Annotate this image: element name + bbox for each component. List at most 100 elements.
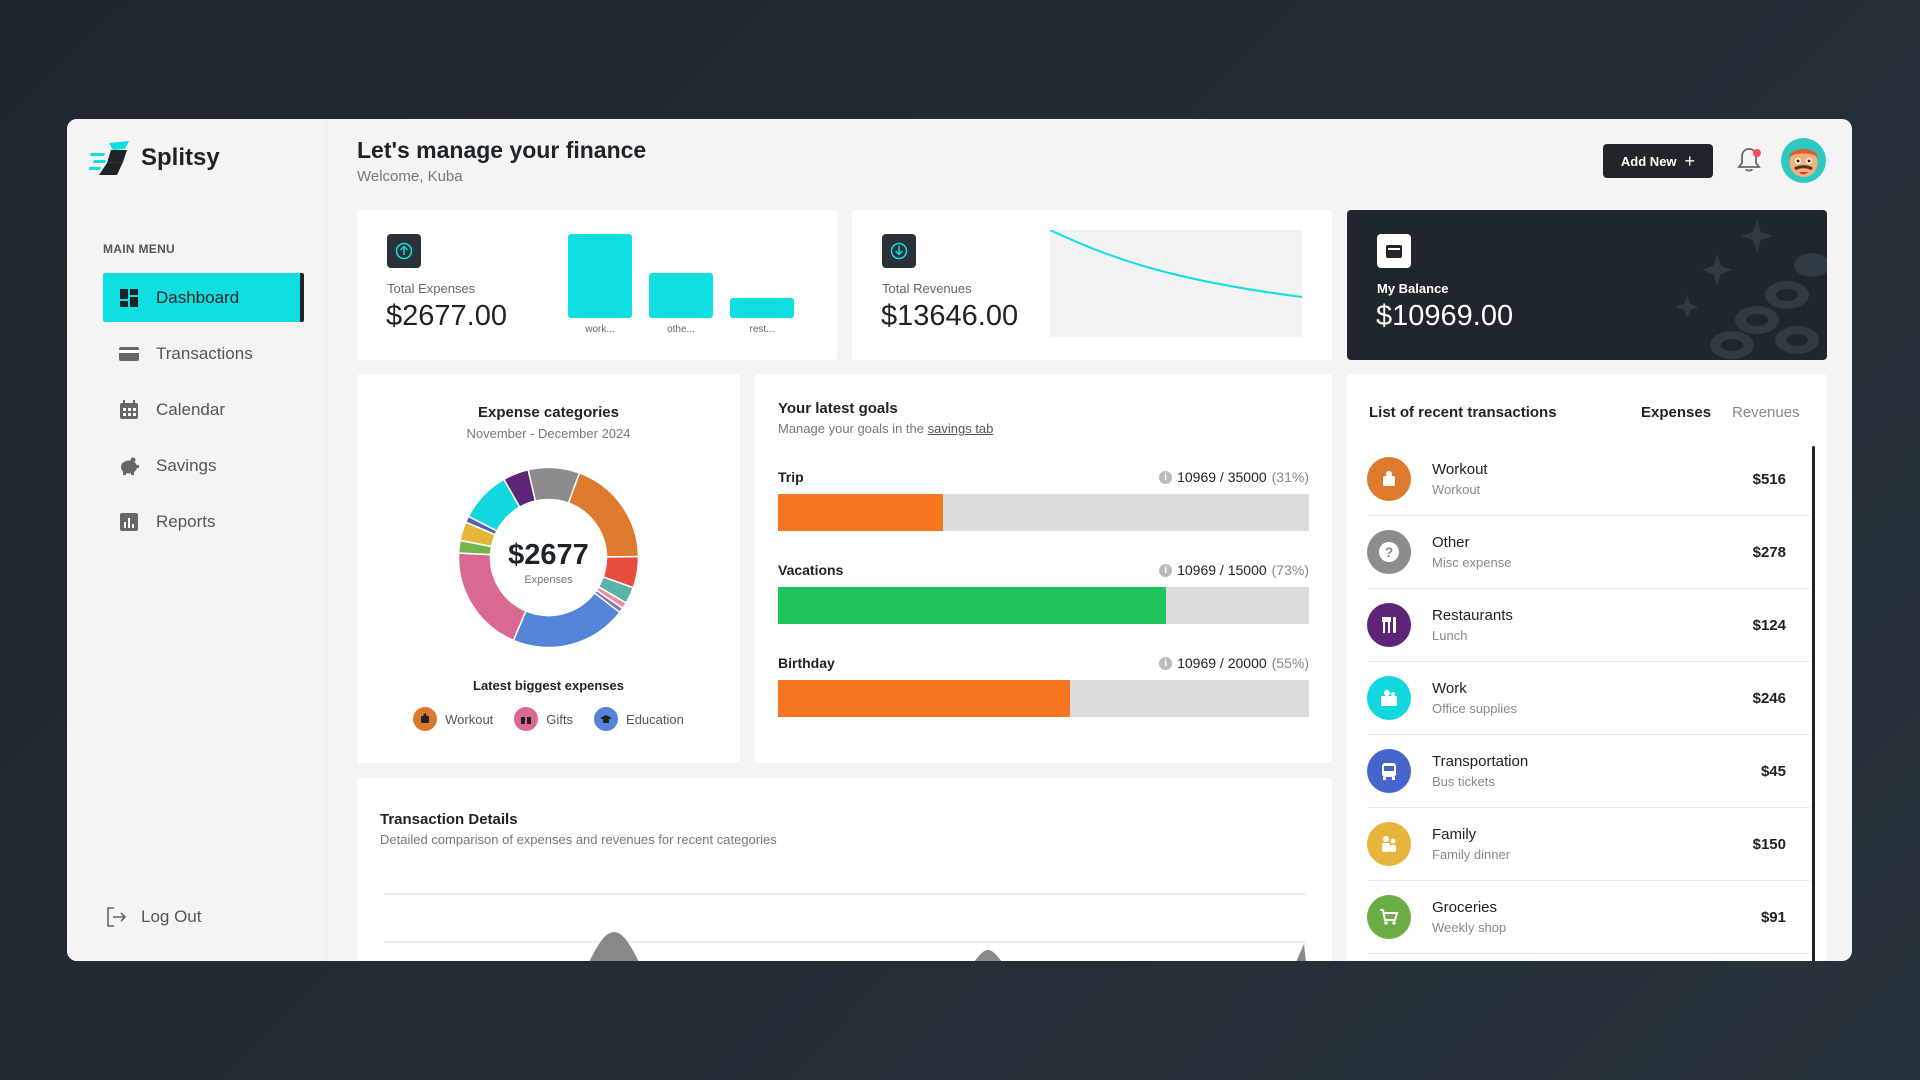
- mini-bar-label: work...: [585, 324, 615, 335]
- transaction-row[interactable]: Workout Workout $516: [1367, 443, 1810, 516]
- goal-label: Birthday: [778, 655, 835, 671]
- user-avatar[interactable]: [1781, 138, 1826, 183]
- expense-categories-period: November - December 2024: [466, 426, 631, 441]
- info-icon[interactable]: i: [1159, 563, 1173, 577]
- goal-progress-fill: [778, 680, 1071, 717]
- donut-slice[interactable]: [512, 591, 621, 649]
- transaction-row[interactable]: Family Family dinner $150: [1367, 808, 1810, 881]
- transaction-name: Work: [1432, 680, 1467, 697]
- sidebar-item-label: Savings: [156, 455, 217, 475]
- family-icon: [1367, 822, 1411, 866]
- notification-dot: [1753, 149, 1761, 157]
- goal-amount: i 10969 / 15000 (73%): [1159, 562, 1309, 578]
- transaction-details-subtitle: Detailed comparison of expenses and reve…: [380, 832, 777, 847]
- goal-amount-text: 10969 / 20000: [1177, 655, 1267, 671]
- list-scrollbar[interactable]: [1812, 446, 1815, 961]
- sidebar-item-label: Reports: [156, 511, 216, 531]
- transaction-note: Weekly shop: [1432, 920, 1507, 935]
- transaction-name: Other: [1432, 534, 1470, 551]
- legend-item-education[interactable]: Education: [594, 707, 684, 731]
- transaction-amount: $124: [1752, 616, 1786, 634]
- transaction-row[interactable]: Restaurants Lunch $124: [1367, 589, 1810, 662]
- transaction-amount: $278: [1752, 543, 1786, 561]
- total-revenues-label: Total Revenues: [882, 281, 972, 296]
- transaction-name: Family: [1432, 826, 1477, 843]
- legend-item-gifts[interactable]: Gifts: [514, 707, 573, 731]
- logout-label: Log Out: [141, 907, 202, 926]
- question-icon: ?: [1367, 530, 1411, 574]
- gift-icon: [514, 707, 539, 731]
- goal-progress-track: [778, 587, 1309, 624]
- transaction-row[interactable]: Groceries Weekly shop $91: [1367, 881, 1810, 954]
- revenues-sparkline: [1050, 230, 1302, 337]
- transaction-row[interactable]: ? Other Misc expense $278: [1367, 516, 1810, 589]
- transaction-note: Workout: [1432, 482, 1481, 497]
- sidebar-item-label: Calendar: [156, 399, 225, 419]
- transaction-amount: $246: [1752, 689, 1786, 707]
- transaction-row[interactable]: Transportation Bus tickets $45: [1367, 735, 1810, 808]
- transaction-amount: $150: [1752, 835, 1786, 853]
- mini-bar-label: othe...: [667, 324, 695, 335]
- goal-percent: (73%): [1271, 562, 1309, 578]
- logout-button[interactable]: Log Out: [105, 906, 202, 928]
- total-expenses-card: Total Expenses $2677.00 work... othe... …: [357, 210, 837, 360]
- legend-label: Workout: [445, 711, 494, 727]
- report-icon: [119, 512, 139, 532]
- tab-expenses[interactable]: Expenses: [1641, 404, 1711, 421]
- sidebar-item-label: Dashboard: [156, 287, 240, 307]
- legend-label: Education: [626, 711, 684, 727]
- balance-value: $10969.00: [1376, 300, 1514, 332]
- goal-percent: (55%): [1271, 655, 1309, 671]
- expense-categories-title: Expense categories: [478, 404, 619, 421]
- add-new-button[interactable]: Add New +: [1603, 144, 1713, 178]
- sidebar-item-calendar[interactable]: Calendar: [103, 385, 304, 434]
- tab-revenues[interactable]: Revenues: [1732, 404, 1800, 421]
- add-new-label: Add New: [1620, 153, 1677, 169]
- sidebar-item-dashboard[interactable]: Dashboard: [103, 273, 304, 322]
- upload-icon: [387, 234, 421, 268]
- recent-transactions-card: List of recent transactions Expenses Rev…: [1347, 374, 1827, 961]
- bus-icon: [1367, 749, 1411, 793]
- transaction-row[interactable]: Work Office supplies $246: [1367, 662, 1810, 735]
- cutlery-icon: [1367, 603, 1411, 647]
- transaction-details-title: Transaction Details: [380, 811, 518, 828]
- donut-center-value: $2677: [508, 539, 589, 571]
- menu-title: MAIN MENU: [103, 242, 176, 256]
- savings-tab-link[interactable]: savings tab: [928, 421, 994, 436]
- sidebar: Splitsy MAIN MENU Dashboard Transactions: [67, 119, 327, 961]
- transaction-name: Groceries: [1432, 899, 1498, 916]
- plus-icon: +: [1684, 151, 1696, 171]
- total-expenses-value: $2677.00: [386, 300, 507, 332]
- legend-item-workout[interactable]: Workout: [413, 707, 493, 731]
- logout-icon: [107, 907, 127, 927]
- wallet-icon: [1377, 234, 1411, 268]
- total-revenues-card: Total Revenues $13646.00: [852, 210, 1332, 360]
- total-revenues-value: $13646.00: [881, 300, 1019, 332]
- biggest-expenses-legend: Workout Gifts Education: [357, 707, 740, 731]
- sidebar-item-savings[interactable]: Savings: [103, 441, 304, 490]
- app-window: Splitsy MAIN MENU Dashboard Transactions: [67, 119, 1852, 961]
- info-icon[interactable]: i: [1159, 470, 1173, 484]
- info-icon[interactable]: i: [1159, 656, 1173, 670]
- transaction-note: Bus tickets: [1432, 774, 1495, 789]
- transaction-name: Restaurants: [1432, 607, 1513, 624]
- workout-icon: [413, 707, 438, 731]
- sidebar-item-reports[interactable]: Reports: [103, 497, 304, 546]
- total-expenses-label: Total Expenses: [387, 281, 476, 296]
- goals-subtitle: Manage your goals in the savings tab: [778, 421, 993, 436]
- transaction-note: Misc expense: [1432, 555, 1512, 570]
- goal-amount: i 10969 / 20000 (55%): [1159, 655, 1309, 671]
- balance-label: My Balance: [1377, 281, 1449, 296]
- dashboard-icon: [119, 288, 139, 308]
- transaction-name: Workout: [1432, 461, 1488, 478]
- svg-text:?: ?: [1385, 544, 1394, 560]
- goal-amount-text: 10969 / 15000: [1177, 562, 1267, 578]
- piggy-bank-icon: [119, 456, 139, 476]
- sidebar-item-transactions[interactable]: Transactions: [103, 329, 304, 378]
- transaction-note: Lunch: [1432, 628, 1468, 643]
- sidebar-item-label: Transactions: [156, 343, 253, 363]
- welcome-text: Welcome, Kuba: [357, 168, 463, 185]
- download-icon: [882, 234, 916, 268]
- transaction-details-chart: [384, 893, 1306, 961]
- app-logo[interactable]: Splitsy: [89, 137, 220, 179]
